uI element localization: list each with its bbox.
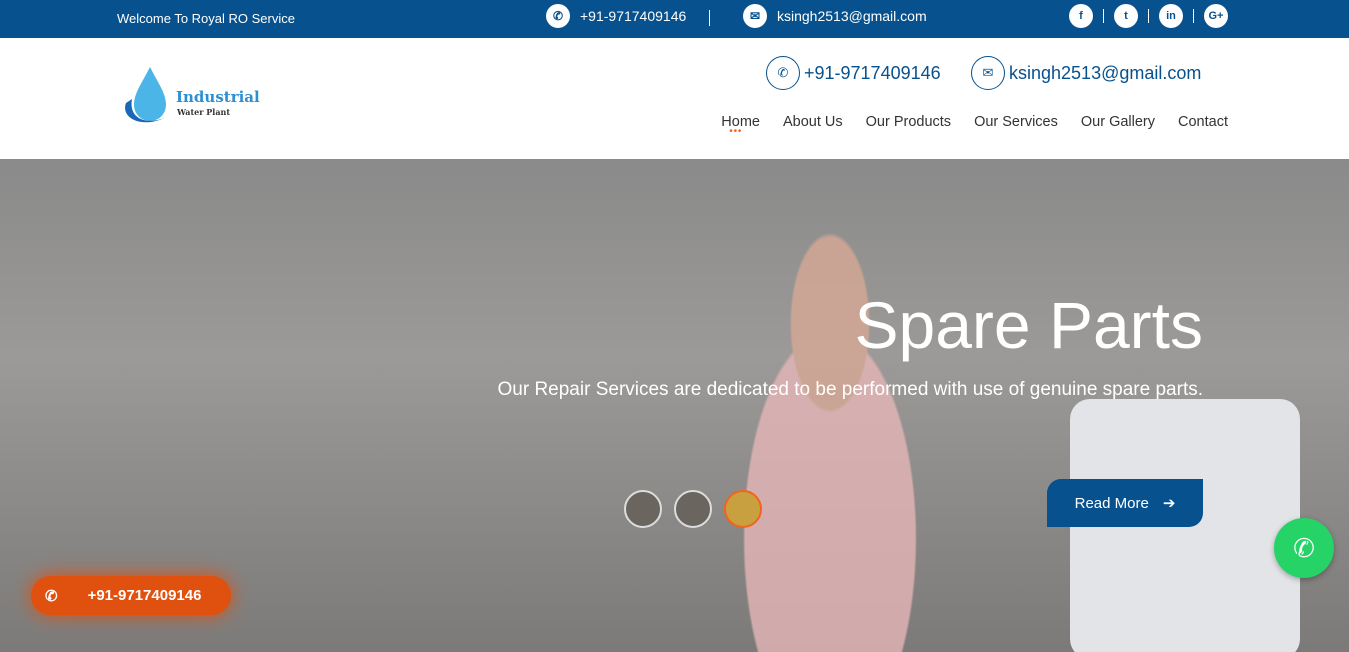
nav-about-us[interactable]: About Us	[783, 114, 843, 130]
top-phone[interactable]: ✆ +91-9717409146	[546, 4, 686, 28]
top-email-text: ksingh2513@gmail.com	[777, 8, 927, 24]
top-bar: Welcome To Royal RO Service ✆ +91-9717409…	[0, 0, 1349, 38]
welcome-text: Welcome To Royal RO Service	[117, 11, 295, 26]
whatsapp-button[interactable]: ✆	[1274, 518, 1334, 578]
arrow-right-icon: ➔	[1162, 495, 1176, 512]
water-drop-icon	[125, 67, 166, 123]
read-more-button[interactable]: Read More ➔	[1047, 479, 1203, 527]
slide-thumbnails	[624, 490, 762, 528]
facebook-icon[interactable]: f	[1069, 4, 1093, 28]
phone-icon: ✆	[546, 4, 570, 28]
nav-contact[interactable]: Contact	[1178, 114, 1228, 130]
header-phone[interactable]: ✆ +91-9717409146	[766, 56, 941, 90]
social-links: f t in G+	[1069, 4, 1228, 28]
read-more-label: Read More	[1074, 494, 1149, 512]
hero-text: Our Repair Services are dedicated to be …	[497, 379, 1204, 400]
main-nav: Home About Us Our Products Our Services …	[721, 114, 1228, 137]
header: Industrial Water Plant ✆ +91-9717409146 ✉…	[0, 38, 1349, 159]
linkedin-icon[interactable]: in	[1159, 4, 1183, 28]
slide-thumb-1[interactable]	[624, 490, 662, 528]
nav-our-gallery[interactable]: Our Gallery	[1081, 114, 1155, 130]
google-plus-icon[interactable]: G+	[1204, 4, 1228, 28]
whatsapp-icon: ✆	[1293, 532, 1315, 563]
envelope-icon: ✉	[971, 56, 1005, 90]
phone-icon: ✆	[45, 587, 58, 605]
top-email[interactable]: ✉ ksingh2513@gmail.com	[743, 4, 927, 28]
nav-our-products[interactable]: Our Products	[866, 114, 951, 130]
header-phone-text: +91-9717409146	[804, 62, 941, 83]
slide-thumb-3[interactable]	[724, 490, 762, 528]
twitter-icon[interactable]: t	[1114, 4, 1138, 28]
envelope-icon: ✉	[743, 4, 767, 28]
nav-home[interactable]: Home	[721, 114, 760, 137]
nav-our-services[interactable]: Our Services	[974, 114, 1058, 130]
call-phone-text: +91-9717409146	[87, 587, 202, 604]
header-email-text: ksingh2513@gmail.com	[1009, 62, 1202, 83]
phone-icon: ✆	[766, 56, 800, 90]
logo-line1: Industrial	[176, 88, 260, 106]
hero-title: Spare Parts	[854, 288, 1204, 362]
top-phone-text: +91-9717409146	[580, 8, 687, 24]
header-email[interactable]: ✉ ksingh2513@gmail.com	[971, 56, 1201, 90]
slide-thumb-2[interactable]	[674, 490, 712, 528]
call-button[interactable]: ✆ +91-9717409146	[31, 576, 231, 615]
logo[interactable]: Industrial Water Plant	[120, 63, 270, 127]
hero-image-woman	[680, 179, 980, 652]
logo-line2: Water Plant	[177, 107, 231, 117]
divider	[709, 10, 710, 26]
